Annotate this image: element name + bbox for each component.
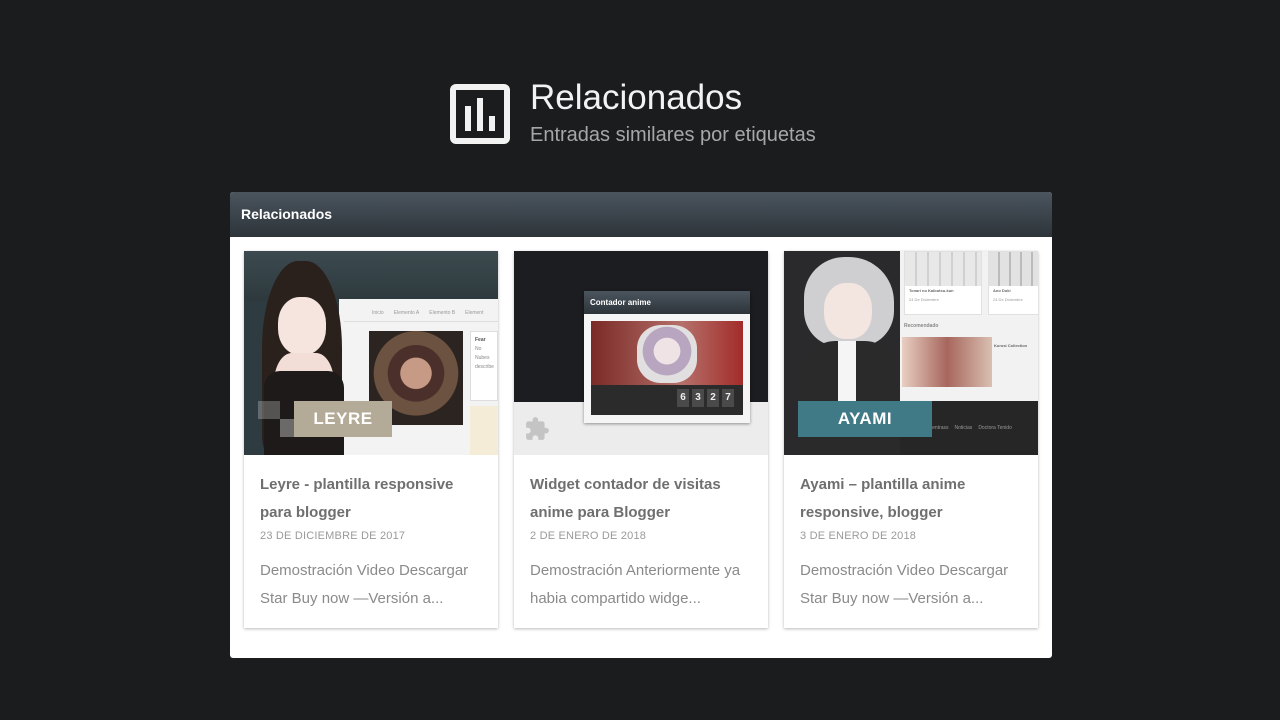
post-card-leyre[interactable]: Inicio Elemento A Elemento B Element Fea…: [244, 251, 498, 628]
thumb-item: 24 De Diciembre: [993, 297, 1023, 302]
counter-widget-mock: Contador anime 6 3 2 7: [584, 291, 750, 423]
thumb-snip: No Nubes: [475, 346, 490, 361]
thumb-snip: Fear: [475, 337, 486, 343]
post-thumbnail[interactable]: Inicio Elemento A Elemento B Element Fea…: [244, 251, 498, 455]
thumb-label: LEYRE: [294, 401, 392, 437]
post-excerpt: Demostración Anteriormente ya habia comp…: [530, 562, 741, 607]
post-title[interactable]: Ayami – plantilla anime responsive, blog…: [800, 471, 1022, 527]
post-thumbnail[interactable]: Tonari no Kaibutsu-kun 24 De Diciembre A…: [784, 251, 1038, 455]
post-title[interactable]: Leyre - plantilla responsive para blogge…: [260, 471, 482, 527]
thumb-nav-item: Inicio: [372, 309, 384, 316]
related-posts-list: Inicio Elemento A Elemento B Element Fea…: [244, 251, 1038, 628]
thumb-nav-item: Element: [465, 309, 484, 316]
thumb-item: Recomendado: [904, 323, 939, 329]
post-date: 2 DE ENERO DE 2018: [530, 530, 647, 542]
counter-digit: 3: [692, 389, 704, 407]
post-thumbnail[interactable]: Contador anime 6 3 2 7: [514, 251, 768, 455]
bar-chart-icon: [450, 84, 510, 144]
counter-digit: 6: [677, 389, 689, 407]
related-posts-widget: Relacionados Inicio Elemento A Elemento …: [230, 192, 1052, 658]
widget-header: Relacionados: [230, 192, 1052, 237]
thumb-item: Tonari no Kaibutsu-kun: [909, 288, 954, 293]
thumb-item: Ano Doki: [993, 288, 1011, 293]
post-date: 23 DE DICIEMBRE DE 2017: [260, 530, 406, 542]
post-date: 3 DE ENERO DE 2018: [800, 530, 917, 542]
hero-title: Relacionados: [530, 78, 743, 117]
post-card-ayami[interactable]: Tonari no Kaibutsu-kun 24 De Diciembre A…: [784, 251, 1038, 628]
counter-widget-title: Contador anime: [584, 291, 750, 314]
thumb-footer-item: Doctora Tenido: [978, 425, 1012, 431]
hero-subtitle: Entradas similares por etiquetas: [530, 124, 816, 146]
hero-text: Relacionados Entradas similares por etiq…: [530, 78, 816, 148]
counter-digit: 7: [722, 389, 734, 407]
puzzle-icon: [526, 417, 549, 440]
counter-digit: 2: [707, 389, 719, 407]
post-excerpt: Demostración Video Descargar Star Buy no…: [260, 562, 469, 607]
thumb-item: 24 De Diciembre: [909, 297, 939, 302]
post-card-widget-contador[interactable]: Contador anime 6 3 2 7 Widget contador d…: [514, 251, 768, 628]
thumb-footer-item: Noticias: [954, 425, 973, 431]
post-excerpt: Demostración Video Descargar Star Buy no…: [800, 562, 1009, 607]
section-hero: Relacionados Entradas similares por etiq…: [450, 78, 816, 148]
thumb-nav-item: Elemento B: [429, 309, 456, 316]
thumb-item: Kurosi Collection: [994, 343, 1028, 348]
post-title[interactable]: Widget contador de visitas anime para Bl…: [530, 471, 752, 527]
thumb-nav-item: Elemento A: [393, 309, 420, 316]
thumb-snip: describe: [475, 364, 494, 370]
thumb-label: AYAMI: [798, 401, 932, 437]
